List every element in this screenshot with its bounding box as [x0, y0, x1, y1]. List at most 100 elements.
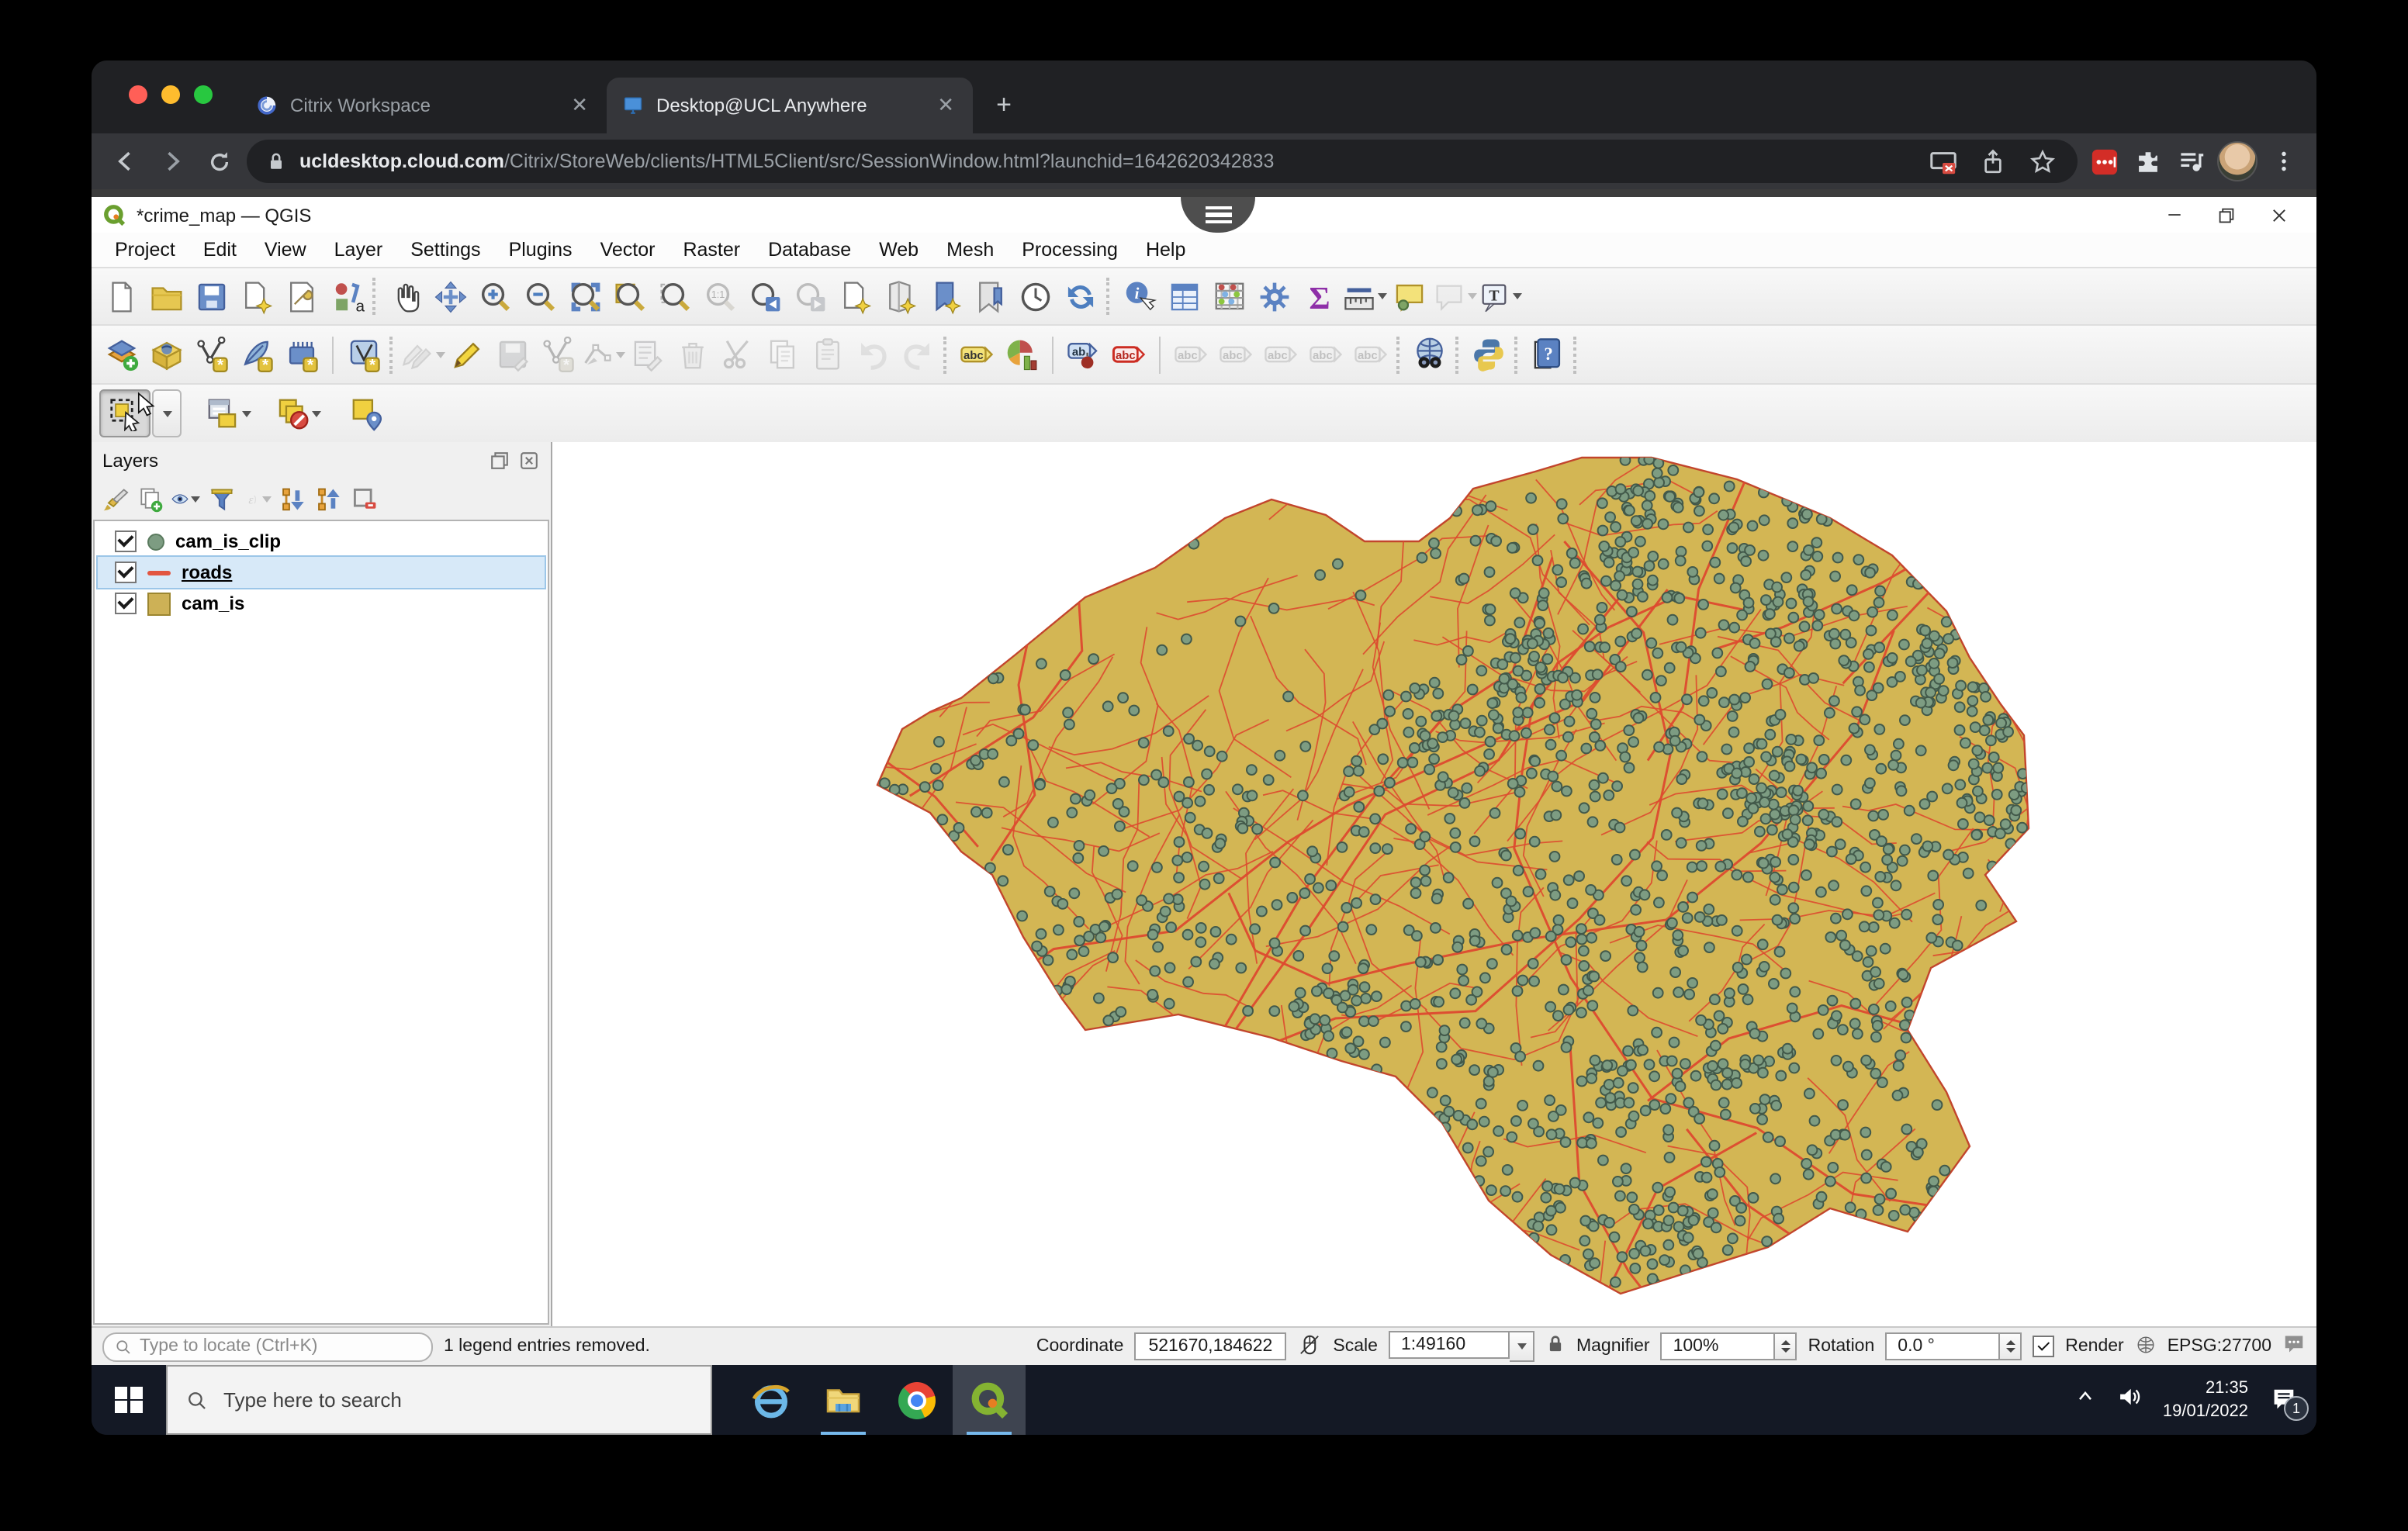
minimize-window-button[interactable] — [161, 85, 180, 104]
share-icon[interactable] — [1975, 144, 2009, 178]
deselect-features-icon[interactable] — [273, 391, 321, 436]
locate-input[interactable]: Type to locate (Ctrl+K) — [102, 1332, 433, 1361]
filter-legend-icon[interactable] — [206, 484, 236, 513]
refresh-map-icon[interactable] — [1058, 274, 1103, 319]
chrome-icon[interactable] — [880, 1365, 953, 1435]
back-icon[interactable] — [107, 143, 144, 180]
profile-avatar[interactable] — [2217, 141, 2258, 181]
volume-icon[interactable] — [2116, 1383, 2143, 1417]
add-group-icon[interactable] — [135, 484, 164, 513]
magnifier-spinner[interactable]: 100% — [1661, 1332, 1797, 1360]
layer-checkbox[interactable] — [115, 562, 137, 583]
menu-web[interactable]: Web — [865, 236, 932, 264]
pin-labels-icon[interactable] — [1061, 332, 1106, 377]
bookmark-star-icon[interactable] — [2025, 144, 2059, 178]
remove-layer-icon[interactable] — [349, 484, 379, 513]
zoom-full-icon[interactable] — [563, 274, 608, 319]
help-icon[interactable] — [1525, 332, 1570, 377]
layer-item-cam_is_clip[interactable]: cam_is_clip — [98, 526, 545, 557]
new-print-layout-icon[interactable] — [234, 274, 279, 319]
magnifier-lock-icon[interactable] — [1545, 1334, 1566, 1359]
tab-close-icon[interactable]: ✕ — [934, 93, 957, 118]
extents-mouse-icon[interactable] — [1297, 1332, 1322, 1361]
reload-icon[interactable] — [200, 143, 237, 180]
pan-to-selection-icon[interactable] — [428, 274, 473, 319]
new-3d-map-view-icon[interactable] — [878, 274, 923, 319]
menu-layer[interactable]: Layer — [320, 236, 397, 264]
browser-menu-dots-icon[interactable] — [2267, 144, 2301, 178]
scale-combo[interactable]: 1:49160 — [1389, 1331, 1510, 1359]
menu-view[interactable]: View — [251, 236, 320, 264]
new-memory-layer-icon[interactable] — [279, 332, 324, 377]
fullscreen-window-button[interactable] — [194, 85, 213, 104]
map-tips-icon[interactable] — [1387, 274, 1432, 319]
address-bar[interactable]: ucldesktop.cloud.com/Citrix/StoreWeb/cli… — [247, 140, 2078, 183]
new-virtual-layer-icon[interactable] — [341, 332, 386, 377]
metasearch-icon[interactable] — [1407, 332, 1452, 377]
new-spatialite-layer-icon[interactable] — [234, 332, 279, 377]
zoom-out-icon[interactable] — [518, 274, 563, 319]
new-tab-button[interactable]: + — [982, 84, 1026, 127]
new-project-icon[interactable] — [99, 274, 144, 319]
extensions-puzzle-icon[interactable] — [2130, 144, 2164, 178]
layer-item-roads[interactable]: roads — [98, 557, 545, 588]
qgis-minimize-icon[interactable] — [2147, 206, 2200, 223]
spinner-arrows[interactable] — [1776, 1332, 1797, 1360]
open-layer-styling-icon[interactable] — [99, 484, 129, 513]
spinner-arrows[interactable] — [2000, 1332, 2022, 1360]
collapse-all-icon[interactable] — [313, 484, 343, 513]
magnifier-value[interactable]: 100% — [1661, 1332, 1776, 1360]
save-project-icon[interactable] — [189, 274, 234, 319]
menu-project[interactable]: Project — [101, 236, 189, 264]
crs-globe-icon[interactable] — [2135, 1333, 2157, 1360]
open-attribute-table-icon[interactable] — [1162, 274, 1207, 319]
identify-features-icon[interactable] — [1117, 274, 1162, 319]
hidden-icons-chevron[interactable] — [2074, 1385, 2096, 1415]
layer-labeling-icon[interactable] — [954, 332, 999, 377]
file-explorer-icon[interactable] — [807, 1365, 880, 1435]
new-geopackage-layer-icon[interactable] — [144, 332, 189, 377]
show-bookmarks-icon[interactable] — [968, 274, 1013, 319]
stop-casting-icon[interactable] — [1925, 144, 1960, 178]
qgis-close-icon[interactable] — [2253, 206, 2306, 224]
menu-vector[interactable]: Vector — [586, 236, 669, 264]
layout-manager-icon[interactable] — [279, 274, 324, 319]
close-panel-icon[interactable] — [517, 448, 540, 472]
action-center-icon[interactable]: 1 — [2268, 1385, 2298, 1415]
pan-map-icon[interactable] — [383, 274, 428, 319]
menu-plugins[interactable]: Plugins — [495, 236, 586, 264]
zoom-to-selection-icon[interactable] — [653, 274, 698, 319]
python-console-icon[interactable] — [1466, 332, 1511, 377]
coordinate-field[interactable]: 521670,184622 — [1134, 1332, 1286, 1360]
data-source-manager-icon[interactable] — [99, 332, 144, 377]
layer-checkbox[interactable] — [115, 530, 137, 552]
new-map-view-icon[interactable] — [833, 274, 878, 319]
zoom-last-icon[interactable] — [743, 274, 788, 319]
expand-all-icon[interactable] — [278, 484, 307, 513]
open-project-icon[interactable] — [144, 274, 189, 319]
processing-toolbox-icon[interactable] — [1252, 274, 1297, 319]
manage-map-themes-icon[interactable] — [171, 484, 200, 513]
field-calculator-icon[interactable] — [1207, 274, 1252, 319]
rotation-spinner[interactable]: 0.0 ° — [1885, 1332, 2022, 1360]
taskbar-clock[interactable]: 21:35 19/01/2022 — [2163, 1377, 2248, 1422]
lastpass-icon[interactable] — [2087, 144, 2121, 178]
map-canvas[interactable] — [552, 442, 2316, 1326]
layer-item-cam_is[interactable]: cam_is — [98, 588, 545, 619]
render-checkbox[interactable] — [2033, 1336, 2054, 1357]
menu-raster[interactable]: Raster — [669, 236, 754, 264]
scale-dropdown-icon[interactable] — [1510, 1331, 1534, 1362]
highlight-pinned-labels-icon[interactable] — [1106, 332, 1151, 377]
show-statistical-summary-icon[interactable] — [1297, 274, 1342, 319]
temporal-controller-icon[interactable] — [1013, 274, 1058, 319]
layer-checkbox[interactable] — [115, 593, 137, 614]
tab-close-icon[interactable]: ✕ — [568, 93, 591, 118]
zoom-to-layer-icon[interactable] — [608, 274, 653, 319]
internet-explorer-icon[interactable] — [734, 1365, 807, 1435]
close-window-button[interactable] — [129, 85, 147, 104]
measure-line-icon[interactable] — [1342, 274, 1387, 319]
toggle-editing-icon[interactable] — [445, 332, 490, 377]
zoom-in-icon[interactable] — [473, 274, 518, 319]
menu-help[interactable]: Help — [1132, 236, 1199, 264]
select-features-by-value-icon[interactable] — [203, 391, 251, 436]
